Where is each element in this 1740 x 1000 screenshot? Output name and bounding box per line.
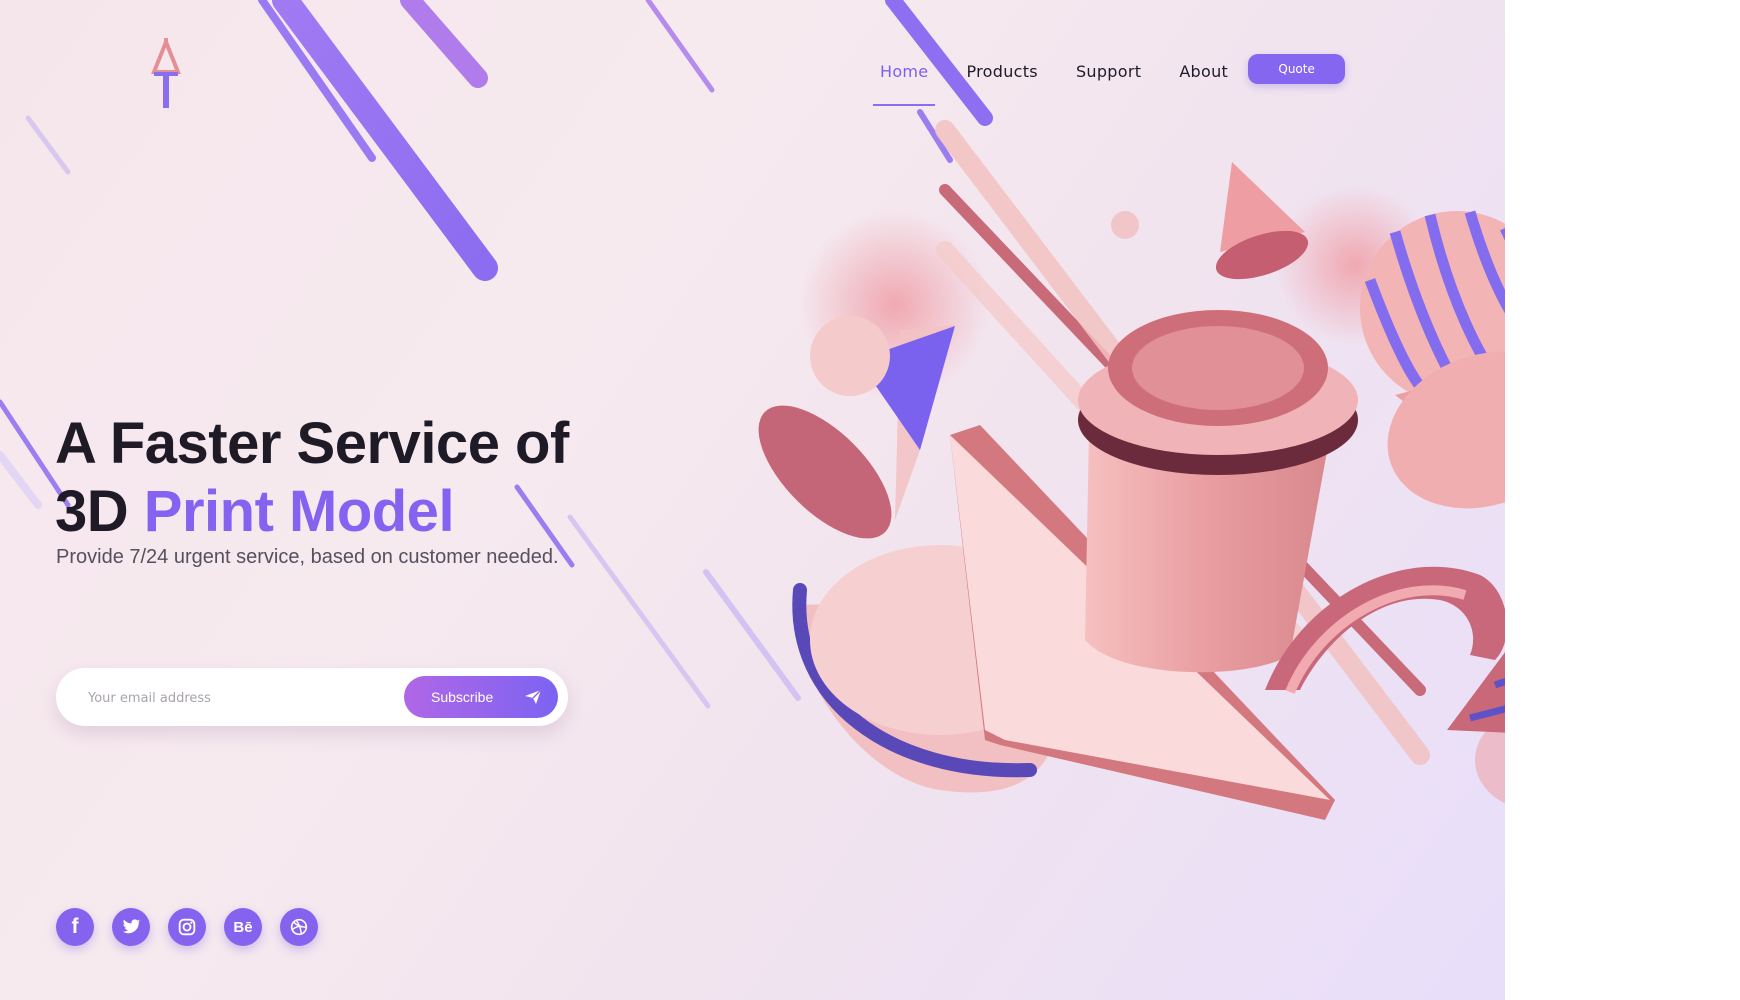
hero-title-prefix: 3D <box>55 479 129 544</box>
hero-subtitle: Provide 7/24 urgent service, based on cu… <box>56 546 559 568</box>
nav-about[interactable]: About <box>1179 62 1228 81</box>
twitter-link[interactable] <box>112 908 150 946</box>
brand-logo[interactable] <box>148 38 184 110</box>
hero-title-line1: A Faster Service of <box>55 411 569 476</box>
facebook-link[interactable]: f <box>56 908 94 946</box>
nav-support[interactable]: Support <box>1076 62 1141 81</box>
subscribe-button-label: Subscribe <box>431 689 494 705</box>
hero-title-line2: 3D Print Model <box>55 478 569 546</box>
quote-button[interactable]: Quote <box>1248 54 1346 84</box>
right-margin <box>1505 0 1740 1000</box>
instagram-icon <box>178 918 196 936</box>
twitter-icon <box>122 919 141 934</box>
behance-link[interactable]: Bē <box>224 908 262 946</box>
behance-icon: Bē <box>233 918 253 936</box>
subscribe-form: Subscribe <box>56 668 568 728</box>
subscribe-button[interactable]: Subscribe <box>404 676 558 718</box>
hero-title-accent: Print Model <box>143 479 455 544</box>
social-links: f Bē <box>56 908 336 946</box>
send-icon <box>525 689 542 704</box>
dribbble-icon <box>290 918 308 936</box>
facebook-icon: f <box>71 915 79 938</box>
hero-title: A Faster Service of 3D Print Model <box>55 410 569 546</box>
dribbble-link[interactable] <box>280 908 318 946</box>
instagram-link[interactable] <box>168 908 206 946</box>
nav-home[interactable]: Home <box>872 62 936 106</box>
email-input[interactable] <box>86 668 390 728</box>
landing-canvas: Home Products Support About Quote A Fast… <box>0 0 1505 1000</box>
nav-products[interactable]: Products <box>966 62 1038 81</box>
main-nav: Home Products Support About Quote <box>872 54 1346 106</box>
